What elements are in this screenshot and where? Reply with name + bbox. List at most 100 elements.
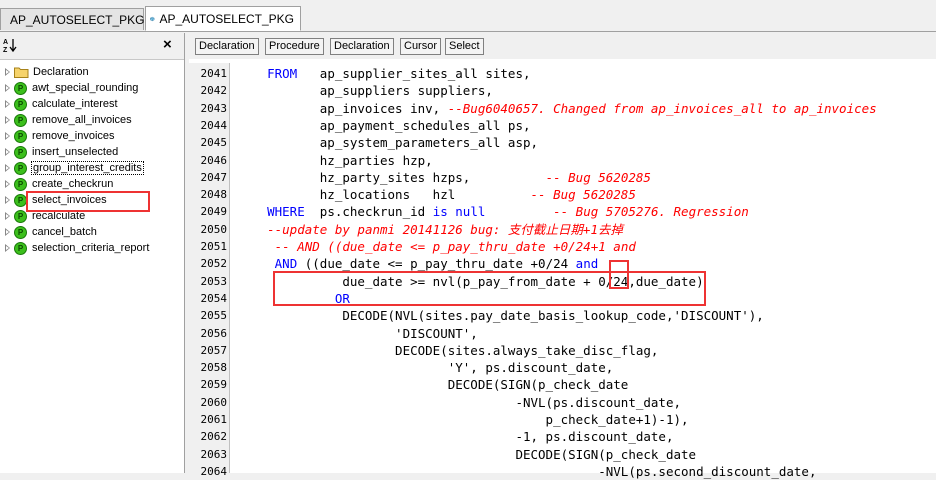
expand-icon[interactable]	[5, 84, 11, 92]
highlight-box	[273, 271, 706, 306]
tree-item-selection-criteria-report[interactable]: P selection_criteria_report	[0, 240, 150, 256]
code-line[interactable]: p_check_date+1)-1),	[237, 411, 689, 428]
code-line[interactable]: hz_locations hzl -- Bug 5620285	[237, 186, 636, 203]
code-line[interactable]: DECODE(sites.always_take_disc_flag,	[237, 342, 658, 359]
code-token: 'Y', ps.discount_date,	[237, 360, 614, 376]
code-line[interactable]: -1, ps.discount_date,	[237, 428, 674, 445]
svg-text:A: A	[3, 39, 8, 46]
sort-az-icon[interactable]: A Z	[2, 37, 18, 54]
code-line[interactable]: WHERE ps.checkrun_id is null -- Bug 5705…	[237, 203, 749, 220]
navigation-toolbar: Declaration Procedure Declaration Cursor…	[189, 33, 936, 59]
expand-icon[interactable]	[5, 132, 11, 140]
expand-icon[interactable]	[5, 164, 11, 172]
tree-item-group-interest-credits[interactable]: P group_interest_credits	[0, 160, 144, 176]
close-icon[interactable]: ×	[163, 36, 172, 53]
line-number: 2043	[200, 101, 228, 115]
code-token: ap_suppliers suppliers,	[237, 83, 493, 99]
tab-label: AP_AUTOSELECT_PKG	[10, 12, 145, 27]
code-token: -NVL(ps.discount_date,	[237, 394, 682, 410]
tree-item-label: Declaration	[33, 66, 89, 78]
expand-icon[interactable]	[5, 180, 11, 188]
cursor-button[interactable]: Cursor	[400, 38, 442, 55]
line-number: 2050	[200, 222, 228, 236]
line-number: 2057	[200, 343, 228, 357]
expand-icon[interactable]	[5, 196, 11, 204]
line-number: 2048	[200, 188, 228, 202]
keyword-token: AND	[274, 256, 298, 272]
line-number: 2059	[200, 378, 228, 392]
expand-icon[interactable]	[5, 244, 11, 252]
code-token: ap_system_parameters_all asp,	[237, 135, 539, 151]
code-line[interactable]: 'DISCOUNT',	[237, 325, 478, 342]
tree-item-label: selection_criteria_report	[32, 242, 150, 254]
expand-icon[interactable]	[5, 212, 11, 220]
code-line[interactable]: DECODE(SIGN(p_check_date	[237, 376, 629, 393]
expand-icon[interactable]	[5, 100, 11, 108]
line-number: 2052	[200, 257, 228, 271]
keyword-token: FROM	[267, 66, 298, 81]
code-token: ap_invoices inv,	[237, 100, 448, 116]
code-line[interactable]: -NVL(ps.discount_date,	[237, 394, 681, 411]
code-line[interactable]: FROM ap_supplier_sites_all sites,	[237, 65, 531, 82]
code-line[interactable]: 'Y', ps.discount_date,	[237, 359, 614, 376]
line-number: 2045	[200, 136, 228, 150]
tree-item-awt-special-rounding[interactable]: P awt_special_rounding	[0, 80, 139, 96]
package-icon	[150, 16, 155, 21]
code-token: -1, ps.discount_date,	[237, 429, 674, 445]
tree-item-label: group_interest_credits	[31, 161, 144, 175]
tree-item-label: insert_unselected	[32, 146, 119, 158]
code-line[interactable]: ap_payment_schedules_all ps,	[237, 117, 531, 134]
tree-item-remove-all-invoices[interactable]: P remove_all_invoices	[0, 112, 133, 128]
expand-icon[interactable]	[5, 148, 11, 156]
line-number: 2051	[200, 240, 228, 253]
code-line[interactable]: ap_system_parameters_all asp,	[237, 134, 538, 151]
declaration-button[interactable]: Declaration	[195, 38, 259, 55]
expand-icon[interactable]	[5, 116, 11, 124]
line-number-gutter: 2041 2042 2043 2044 2045 2046 2047 2048 2049 2050…	[189, 63, 230, 478]
code-token: DECODE(sites.always_take_disc_flag,	[237, 342, 659, 358]
tab-ap-autoselect-pkg-1[interactable]: AP_AUTOSELECT_PKG	[0, 8, 145, 30]
procedure-icon: P	[14, 129, 27, 143]
line-number: 2056	[200, 326, 228, 340]
tree-item-cancel-batch[interactable]: P cancel_batch	[0, 224, 98, 240]
comment-token: -- Bug 5620285	[545, 169, 651, 185]
line-number: 2041	[200, 67, 228, 80]
code-line[interactable]: hz_party_sites hzps, -- Bug 5620285	[237, 169, 651, 186]
expand-icon[interactable]	[5, 68, 11, 76]
code-line[interactable]: -- AND ((due_date <= p_pay_thru_date +0/…	[237, 238, 636, 255]
procedure-icon: P	[14, 113, 27, 127]
declaration-button-2[interactable]: Declaration	[330, 38, 394, 55]
code-token: DECODE(SIGN(p_check_date	[237, 446, 697, 462]
code-line[interactable]: hz_parties hzp,	[237, 152, 433, 169]
code-token: hz_locations hzl	[237, 187, 531, 203]
code-editor[interactable]: 2041 2042 2043 2044 2045 2046 2047 2048 2049 2050…	[189, 63, 936, 479]
comment-token: -- Bug 5620285	[530, 187, 636, 203]
highlight-box	[26, 191, 150, 212]
code-line[interactable]: AND ((due_date <= p_pay_thru_date +0/24 …	[237, 255, 599, 272]
procedure-button[interactable]: Procedure	[265, 38, 324, 55]
code-token: 'DISCOUNT',	[237, 325, 478, 341]
tree-item-create-checkrun[interactable]: P create_checkrun	[0, 176, 114, 192]
code-token: ap_supplier_sites_all sites,	[297, 66, 531, 81]
expand-icon[interactable]	[5, 228, 11, 236]
code-line[interactable]: ap_suppliers suppliers,	[237, 82, 493, 99]
procedure-icon: P	[14, 161, 27, 175]
tree-item-remove-invoices[interactable]: P remove_invoices	[0, 128, 116, 144]
tab-ap-autoselect-pkg-2[interactable]: AP_AUTOSELECT_PKG	[145, 6, 301, 31]
line-number: 2046	[200, 153, 228, 167]
procedure-icon: P	[14, 225, 27, 239]
code-token: -NVL(ps.second_discount_date,	[237, 463, 817, 479]
select-button[interactable]: Select	[445, 38, 484, 55]
code-line[interactable]: --update by panmi 20141126 bug: 支付截止日期+1…	[237, 221, 623, 238]
code-line[interactable]: DECODE(SIGN(p_check_date	[237, 446, 696, 463]
tree-item-declaration[interactable]: Declaration	[0, 64, 90, 80]
code-line[interactable]: DECODE(NVL(sites.pay_date_basis_lookup_c…	[237, 307, 763, 324]
tree-item-calculate-interest[interactable]: P calculate_interest	[0, 96, 119, 112]
tree-item-insert-unselected[interactable]: P insert_unselected	[0, 144, 119, 160]
code-line[interactable]: ap_invoices inv, --Bug6040657. Changed f…	[237, 100, 877, 117]
line-number: 2063	[200, 447, 228, 461]
procedure-icon: P	[14, 177, 27, 191]
code-line[interactable]: -NVL(ps.second_discount_date,	[237, 463, 816, 480]
